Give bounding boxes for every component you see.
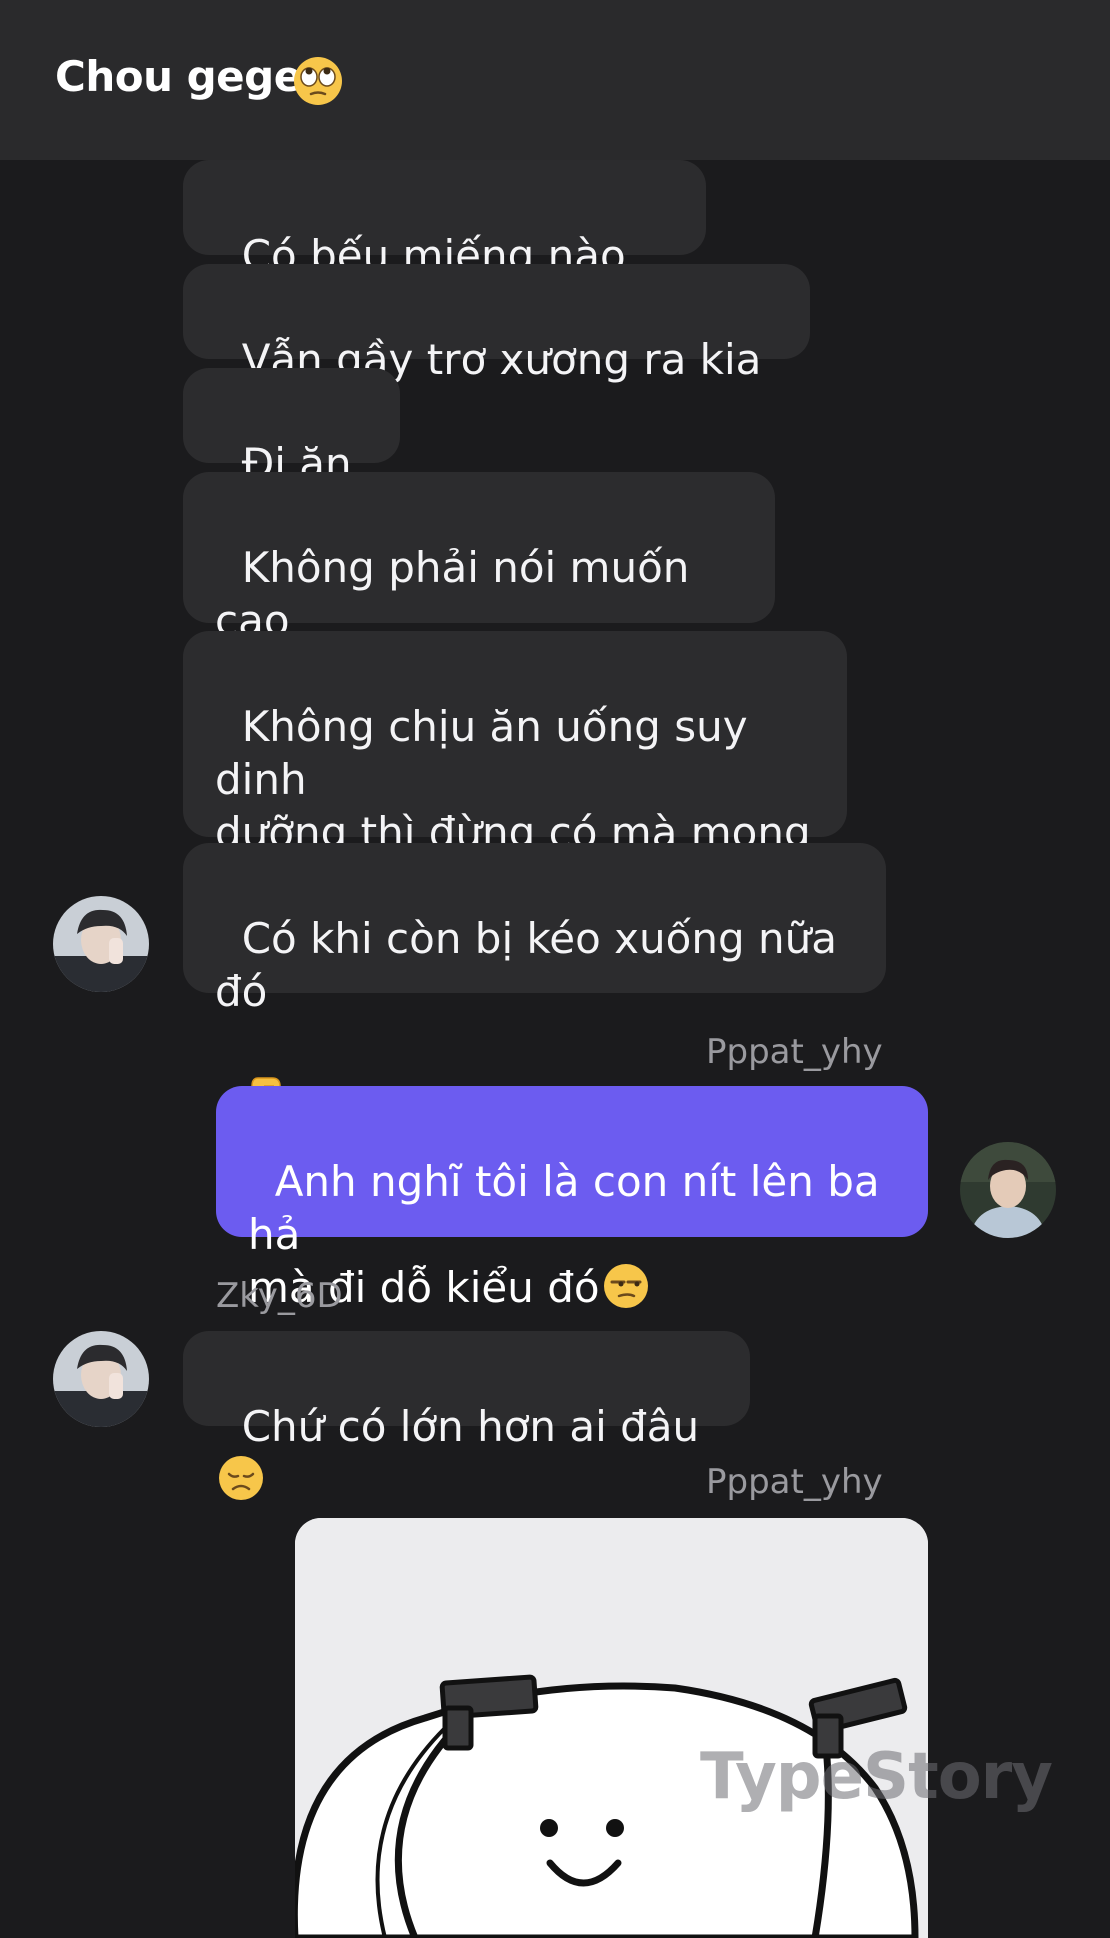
message-bubble[interactable]: Có khi còn bị kéo xuống nữa đó: [183, 843, 886, 1120]
message-bubble[interactable]: Chứ có lớn hơn ai đâu: [183, 1331, 750, 1500]
watermark: TypeStory: [700, 1740, 1053, 1814]
message-bubble[interactable]: Có bếu miếng nào đâu: [183, 160, 706, 333]
chat-title[interactable]: Chou gege: [55, 52, 302, 101]
sender-username: Pppat_yhy: [706, 1462, 883, 1502]
sticker-message[interactable]: [295, 1518, 928, 1938]
message-text: Chứ có lớn hơn ai đâu: [241, 1402, 700, 1451]
chat-header: Chou gege: [0, 0, 1110, 160]
avatar[interactable]: [53, 896, 149, 992]
face-with-rolling-eyes-icon: [294, 57, 342, 105]
sender-username: Zky_6D: [216, 1276, 343, 1316]
avatar-photo: [53, 896, 149, 992]
avatar-photo: [960, 1142, 1056, 1238]
avatar[interactable]: [53, 1331, 149, 1427]
unamused-face-icon: [603, 1264, 648, 1308]
message-bubble[interactable]: Không phải nói muốn cao thêm à: [183, 472, 775, 698]
disappointed-face-icon: [219, 1456, 263, 1500]
avatar-photo: [53, 1331, 149, 1427]
message-text: Anh nghĩ tôi là con nít lên ba hả mà đi …: [248, 1157, 880, 1312]
smiling-blob-with-guns-sticker: [295, 1518, 928, 1938]
message-bubble-outgoing[interactable]: Anh nghĩ tôi là con nít lên ba hả mà đi …: [216, 1086, 928, 1312]
message-bubble[interactable]: Vẫn gầy trơ xương ra kia mà: [183, 264, 810, 437]
sender-username: Pppat_yhy: [706, 1032, 883, 1072]
message-text: Có khi còn bị kéo xuống nữa đó: [215, 914, 851, 1016]
avatar[interactable]: [960, 1142, 1056, 1238]
message-bubble[interactable]: Không chịu ăn uống suy dinh dưỡng thì đừ…: [183, 631, 847, 910]
message-bubble[interactable]: Đi ăn đi: [183, 368, 400, 541]
